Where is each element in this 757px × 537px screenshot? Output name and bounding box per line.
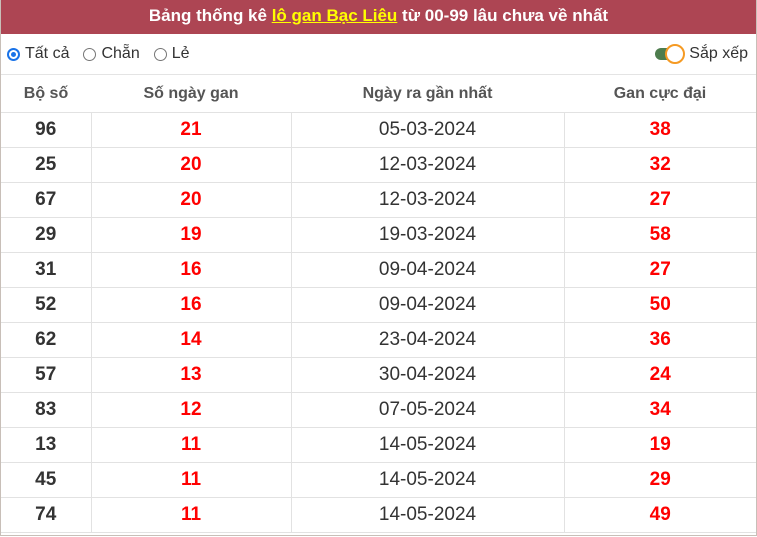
col-header-last-date: Ngày ra gần nhất — [291, 75, 564, 113]
cell-max-gan: 32 — [564, 147, 756, 183]
cell-max-gan: 38 — [564, 112, 756, 148]
cell-number: 52 — [1, 287, 92, 323]
radio-checked-icon[interactable] — [7, 47, 20, 61]
cell-number: 31 — [1, 252, 92, 288]
cell-number: 29 — [1, 217, 92, 253]
radio-odd[interactable]: Lẻ — [153, 45, 190, 63]
table-row: 31 16 09-04-2024 27 — [1, 252, 756, 288]
cell-last-date: 07-05-2024 — [291, 392, 565, 428]
table-row: 96 21 05-03-2024 38 — [1, 112, 756, 148]
table-row: 29 19 19-03-2024 58 — [1, 217, 756, 253]
table-header-row: Bộ số Số ngày gan Ngày ra gần nhất Gan c… — [1, 75, 756, 113]
title-suffix: từ 00-99 lâu chưa về nhất — [397, 6, 609, 25]
cell-number: 83 — [1, 392, 92, 428]
table-row: 83 12 07-05-2024 34 — [1, 392, 756, 428]
cell-max-gan: 49 — [564, 497, 756, 533]
cell-number: 13 — [1, 427, 92, 463]
lo-gan-table: Bộ số Số ngày gan Ngày ra gần nhất Gan c… — [1, 75, 756, 533]
filter-bar: Tất cả Chẵn Lẻ Sắp xếp — [1, 34, 756, 75]
radio-odd-label: Lẻ — [171, 45, 190, 62]
cell-days-absent: 20 — [91, 147, 292, 183]
col-header-days-absent: Số ngày gan — [91, 75, 291, 113]
table-row: 52 16 09-04-2024 50 — [1, 287, 756, 323]
toggle-knob — [665, 44, 686, 64]
cell-max-gan: 27 — [564, 182, 756, 218]
cell-days-absent: 20 — [91, 182, 292, 218]
cell-number: 74 — [1, 497, 92, 533]
cell-number: 57 — [1, 357, 92, 393]
radio-even-label: Chẵn — [101, 45, 140, 62]
cell-last-date: 05-03-2024 — [291, 112, 565, 148]
cell-max-gan: 50 — [564, 287, 756, 323]
table-row: 62 14 23-04-2024 36 — [1, 322, 756, 358]
cell-number: 67 — [1, 182, 92, 218]
sort-label: Sắp xếp — [689, 45, 748, 62]
cell-days-absent: 16 — [91, 252, 292, 288]
cell-days-absent: 12 — [91, 392, 292, 428]
radio-unchecked-icon[interactable] — [153, 47, 167, 61]
radio-all-label: Tất cả — [25, 45, 70, 62]
cell-max-gan: 34 — [564, 392, 756, 428]
table-row: 57 13 30-04-2024 24 — [1, 357, 756, 393]
cell-days-absent: 11 — [91, 462, 292, 498]
table-row: 67 20 12-03-2024 27 — [1, 182, 756, 218]
table-row: 45 11 14-05-2024 29 — [1, 462, 756, 498]
title-link-lo-gan[interactable]: lô gan Bạc Liêu — [272, 6, 398, 25]
sort-toggle[interactable]: Sắp xếp — [653, 44, 748, 64]
cell-max-gan: 24 — [564, 357, 756, 393]
title-prefix: Bảng thống kê — [148, 6, 272, 25]
col-header-max-gan: Gan cực đại — [564, 75, 756, 113]
radio-unchecked-icon[interactable] — [83, 47, 97, 61]
cell-last-date: 09-04-2024 — [291, 252, 565, 288]
cell-days-absent: 16 — [91, 287, 292, 323]
cell-days-absent: 14 — [91, 322, 292, 358]
cell-max-gan: 27 — [564, 252, 756, 288]
cell-days-absent: 11 — [91, 497, 292, 533]
cell-last-date: 14-05-2024 — [291, 462, 565, 498]
cell-number: 25 — [1, 147, 92, 183]
cell-number: 96 — [1, 112, 92, 148]
cell-max-gan: 58 — [564, 217, 756, 253]
cell-number: 62 — [1, 322, 92, 358]
toggle-switch-icon[interactable] — [653, 44, 686, 64]
cell-number: 45 — [1, 462, 92, 498]
radio-even[interactable]: Chẵn — [83, 45, 140, 63]
cell-last-date: 09-04-2024 — [291, 287, 565, 323]
col-header-number: Bộ số — [1, 75, 91, 113]
cell-last-date: 12-03-2024 — [291, 147, 565, 183]
cell-max-gan: 19 — [564, 427, 756, 463]
cell-days-absent: 11 — [91, 427, 292, 463]
cell-max-gan: 29 — [564, 462, 756, 498]
parity-radio-group: Tất cả Chẵn Lẻ — [7, 45, 190, 63]
lo-gan-panel: Bảng thống kê lô gan Bạc Liêu từ 00-99 l… — [0, 0, 757, 536]
table-row: 13 11 14-05-2024 19 — [1, 427, 756, 463]
panel-title: Bảng thống kê lô gan Bạc Liêu từ 00-99 l… — [1, 0, 756, 34]
table-row: 74 11 14-05-2024 49 — [1, 497, 756, 533]
cell-last-date: 23-04-2024 — [291, 322, 565, 358]
cell-days-absent: 21 — [91, 112, 292, 148]
cell-max-gan: 36 — [564, 322, 756, 358]
cell-last-date: 14-05-2024 — [291, 427, 565, 463]
cell-last-date: 30-04-2024 — [291, 357, 565, 393]
cell-last-date: 12-03-2024 — [291, 182, 565, 218]
table-row: 25 20 12-03-2024 32 — [1, 147, 756, 183]
cell-days-absent: 19 — [91, 217, 292, 253]
cell-last-date: 14-05-2024 — [291, 497, 565, 533]
cell-last-date: 19-03-2024 — [291, 217, 565, 253]
radio-all[interactable]: Tất cả — [7, 45, 69, 63]
cell-days-absent: 13 — [91, 357, 292, 393]
